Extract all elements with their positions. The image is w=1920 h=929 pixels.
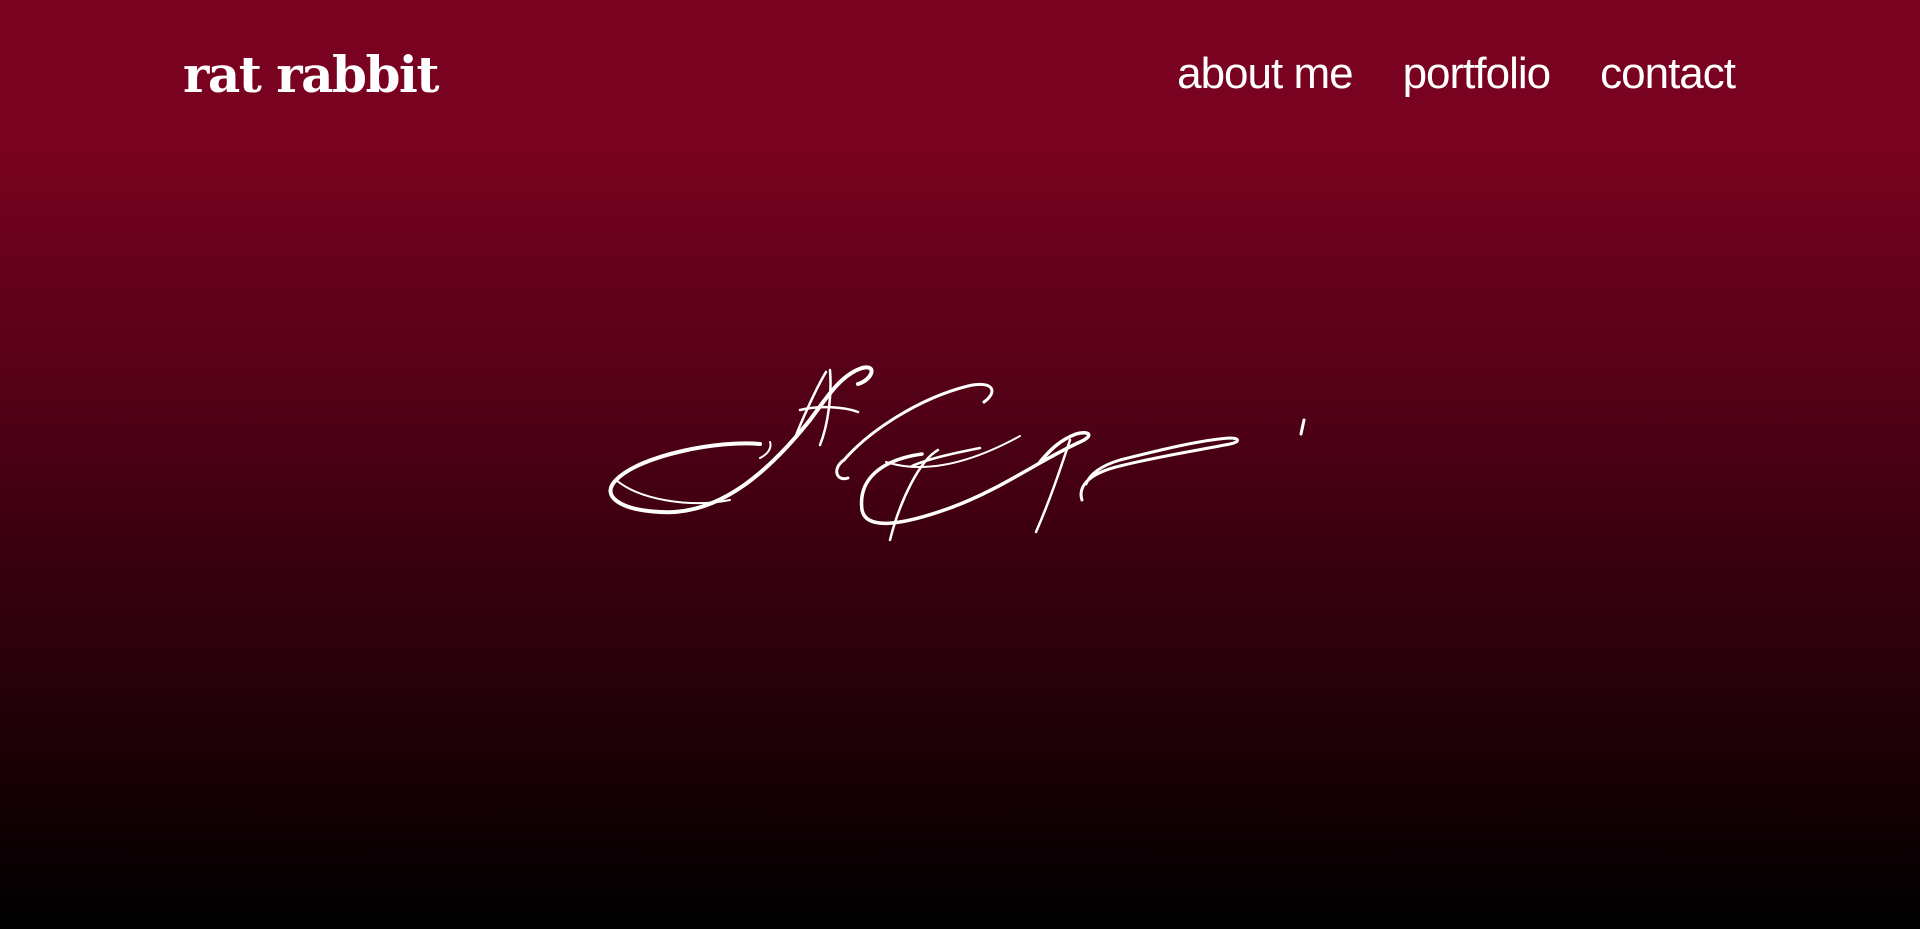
main-nav: about me portfolio contact xyxy=(1177,44,1736,104)
nav-link-contact[interactable]: contact xyxy=(1600,44,1736,104)
site-header: rat rabbit about me portfolio contact xyxy=(0,0,1920,150)
brand-logo[interactable]: rat rabbit xyxy=(183,42,440,108)
nav-link-about-me[interactable]: about me xyxy=(1177,44,1353,104)
signature-icon xyxy=(608,365,1306,542)
nav-link-portfolio[interactable]: portfolio xyxy=(1403,44,1552,104)
